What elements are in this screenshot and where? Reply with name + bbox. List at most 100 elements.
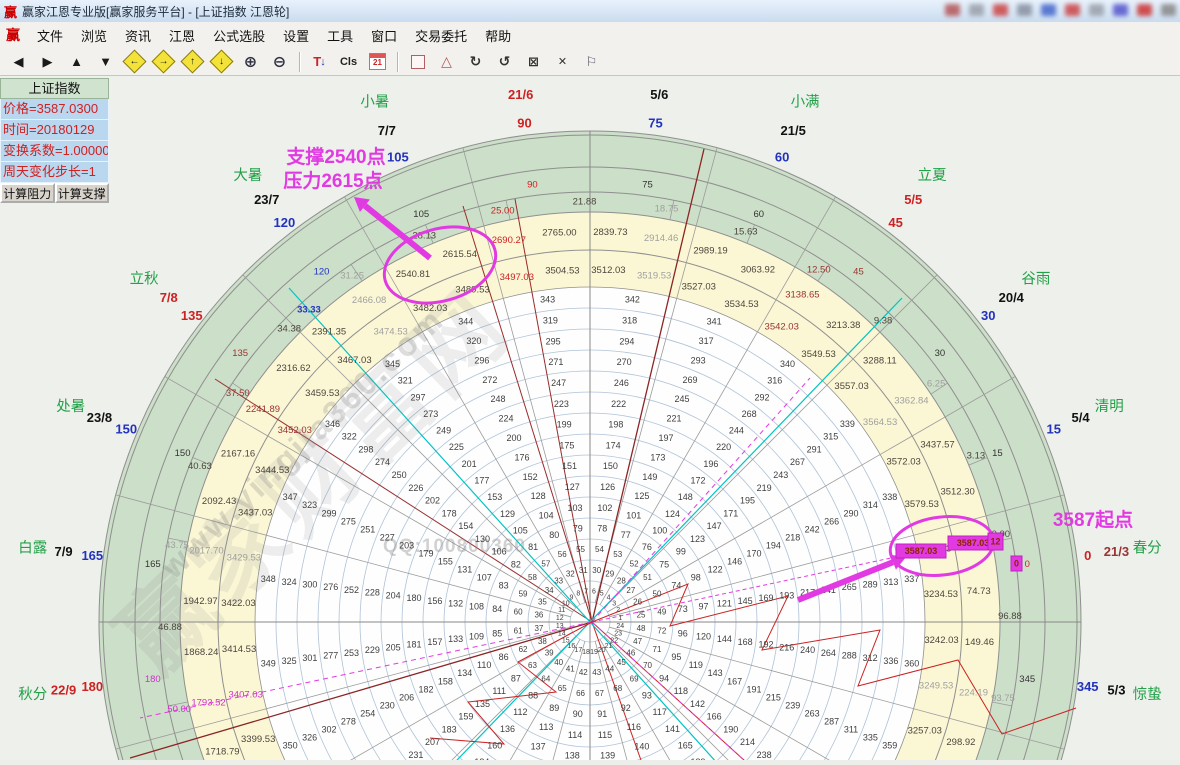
svg-text:215: 215	[766, 692, 781, 702]
svg-text:224.19: 224.19	[959, 688, 988, 699]
menu-item-9[interactable]: 帮助	[476, 24, 520, 47]
svg-text:268: 268	[742, 409, 757, 419]
menu-item-1[interactable]: 浏览	[72, 24, 116, 47]
triangle-tool-icon[interactable]: △	[433, 49, 460, 74]
svg-text:11: 11	[558, 607, 565, 614]
svg-text:34.38: 34.38	[277, 323, 301, 334]
svg-text:228: 228	[365, 588, 380, 598]
menu-item-2[interactable]: 资讯	[116, 24, 160, 47]
svg-text:144: 144	[717, 634, 732, 644]
zoom-in-icon[interactable]: ⊕	[237, 49, 264, 74]
svg-text:180: 180	[145, 674, 161, 685]
svg-text:春分: 春分	[1133, 539, 1162, 556]
svg-text:28: 28	[617, 576, 626, 585]
calendar-icon[interactable]: 21	[364, 49, 391, 74]
svg-text:203: 203	[399, 540, 414, 550]
menu-item-0[interactable]: 文件	[28, 24, 72, 47]
shift-right-icon[interactable]: →	[150, 49, 177, 74]
svg-text:346: 346	[325, 419, 340, 429]
svg-text:269: 269	[683, 375, 698, 385]
svg-text:130: 130	[475, 534, 490, 544]
t-down-icon[interactable]: T↓	[306, 49, 333, 74]
calc-support-button[interactable]: 计算支撑	[55, 183, 110, 203]
svg-text:46.88: 46.88	[158, 622, 182, 633]
menu-item-8[interactable]: 交易委托	[406, 24, 476, 47]
svg-text:295: 295	[546, 336, 561, 346]
svg-text:183: 183	[442, 724, 457, 734]
svg-text:263: 263	[805, 708, 820, 718]
svg-text:271: 271	[548, 357, 563, 367]
cls-icon[interactable]: Cls	[335, 49, 362, 74]
svg-text:110: 110	[477, 660, 491, 670]
menu-item-3[interactable]: 江恩	[160, 24, 204, 47]
svg-text:272: 272	[482, 375, 497, 385]
nav-right-icon[interactable]: ▶	[34, 49, 61, 74]
shift-up-icon[interactable]: ↑	[179, 49, 206, 74]
menu-item-7[interactable]: 窗口	[362, 24, 406, 47]
svg-text:30: 30	[935, 348, 946, 359]
svg-text:127: 127	[565, 482, 580, 492]
box-x-icon[interactable]: ⊠	[520, 49, 547, 74]
svg-text:82: 82	[511, 559, 521, 569]
calc-resistance-button[interactable]: 计算阻力	[0, 183, 55, 203]
svg-text:104: 104	[539, 511, 554, 521]
svg-text:193: 193	[779, 590, 794, 600]
gann-wheel-svg[interactable]: 赢家财富网www.yingjia360.comQQ:10080036012345…	[0, 76, 1180, 760]
svg-text:1718.79: 1718.79	[205, 747, 239, 758]
svg-text:56: 56	[558, 550, 567, 559]
svg-text:321: 321	[398, 376, 413, 386]
zoom-out-icon[interactable]: ⊖	[266, 49, 293, 74]
svg-text:222: 222	[611, 399, 626, 409]
svg-text:117: 117	[653, 707, 667, 717]
svg-text:165: 165	[81, 548, 103, 563]
svg-text:0: 0	[1084, 548, 1091, 563]
svg-text:3459.53: 3459.53	[305, 388, 339, 399]
panel-title: 上证指数	[0, 78, 109, 99]
svg-text:60: 60	[514, 608, 523, 617]
svg-text:98: 98	[691, 573, 701, 583]
shift-left-icon[interactable]: ←	[121, 49, 148, 74]
svg-text:302: 302	[321, 724, 336, 734]
svg-text:88: 88	[528, 691, 538, 701]
svg-text:224: 224	[498, 414, 513, 424]
svg-text:79: 79	[573, 524, 583, 534]
svg-text:270: 270	[617, 357, 632, 367]
svg-text:44: 44	[605, 665, 614, 674]
svg-text:3519.53: 3519.53	[637, 270, 671, 281]
svg-text:5/3: 5/3	[1107, 683, 1125, 698]
fit-x-icon[interactable]: ✕	[549, 49, 576, 74]
svg-text:2316.62: 2316.62	[276, 363, 310, 374]
svg-text:297: 297	[411, 392, 426, 402]
svg-text:274: 274	[375, 457, 390, 467]
menu-bar: 赢 文件浏览资讯江恩公式选股设置工具窗口交易委托帮助	[0, 22, 1180, 49]
svg-text:90: 90	[573, 709, 583, 719]
nav-up-icon[interactable]: ▲	[63, 49, 90, 74]
svg-text:204: 204	[386, 590, 401, 600]
svg-text:293: 293	[691, 355, 706, 365]
menu-item-5[interactable]: 设置	[274, 24, 318, 47]
svg-text:322: 322	[342, 432, 357, 442]
svg-text:114: 114	[568, 730, 582, 740]
svg-text:18: 18	[582, 649, 590, 656]
nav-left-icon[interactable]: ◀	[5, 49, 32, 74]
toolbar-separator	[397, 52, 398, 72]
svg-text:7: 7	[584, 589, 588, 596]
square-tool-icon[interactable]	[404, 49, 431, 74]
menu-item-6[interactable]: 工具	[318, 24, 362, 47]
rotate-cw-icon[interactable]: ↻	[462, 49, 489, 74]
gann-wheel-chart[interactable]: 赢家财富网www.yingjia360.comQQ:10080036012345…	[0, 76, 1180, 760]
svg-text:0: 0	[1014, 558, 1019, 568]
svg-text:123: 123	[690, 534, 705, 544]
shift-down-icon[interactable]: ↓	[208, 49, 235, 74]
svg-text:3512.30: 3512.30	[940, 486, 974, 497]
rotate-ccw-icon[interactable]: ↺	[491, 49, 518, 74]
nav-down-icon[interactable]: ▼	[92, 49, 119, 74]
flag-icon[interactable]: ⚐	[578, 49, 605, 74]
svg-text:62: 62	[519, 645, 528, 654]
svg-text:192: 192	[758, 640, 773, 650]
svg-text:105: 105	[513, 526, 528, 536]
menu-item-4[interactable]: 公式选股	[204, 24, 274, 47]
svg-text:25: 25	[637, 610, 646, 619]
svg-text:83: 83	[499, 581, 509, 591]
svg-text:立秋: 立秋	[130, 271, 159, 288]
